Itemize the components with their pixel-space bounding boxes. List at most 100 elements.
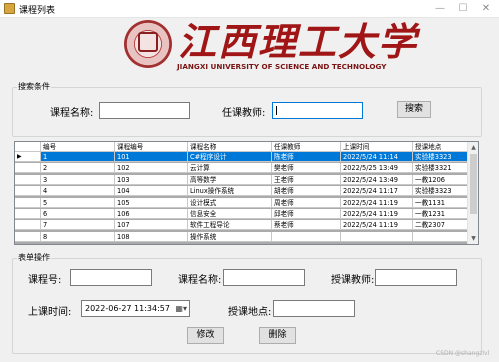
table-cell[interactable]: 2022/5/24 11:19 — [341, 220, 413, 231]
table-cell[interactable]: 8 — [41, 231, 115, 242]
course-name-input[interactable] — [223, 269, 305, 286]
table-cell[interactable]: 101 — [115, 152, 188, 162]
grid-column-header[interactable]: 课程编号 — [115, 142, 188, 152]
table-cell[interactable]: 2022/5/24 11:17 — [341, 186, 413, 197]
watermark-text: CSDN @shangzlvl — [436, 350, 490, 357]
table-cell[interactable] — [413, 231, 468, 242]
table-row[interactable]: 4 104 Linux操作系统 胡老师 2022/5/24 11:17 实验楼3323 — [15, 186, 468, 197]
table-cell[interactable]: 邱老师 — [272, 209, 341, 219]
table-cell[interactable] — [341, 231, 413, 242]
search-teacher-input[interactable] — [272, 102, 363, 119]
teacher-label: 授课教师: — [331, 275, 375, 286]
table-row[interactable]: 5 105 设计模式 周老师 2022/5/24 11:19 一教1131 — [15, 197, 468, 208]
table-cell[interactable]: 一教1206 — [413, 174, 468, 185]
table-cell[interactable]: 操作系统 — [188, 231, 272, 242]
place-input[interactable] — [273, 300, 355, 317]
grid-column-header[interactable]: 编号 — [41, 142, 115, 152]
class-time-value: 2022-06-27 11:34:57 — [85, 304, 170, 313]
table-cell[interactable]: 二教2307 — [413, 220, 468, 231]
table-cell[interactable]: 103 — [115, 174, 188, 185]
grid-column-header[interactable]: 授课地点 — [413, 142, 468, 152]
table-cell[interactable] — [272, 231, 341, 242]
table-cell[interactable]: 2022/5/24 13:49 — [341, 174, 413, 185]
table-cell[interactable]: 104 — [115, 186, 188, 197]
table-cell[interactable]: 高等数学 — [188, 174, 272, 185]
table-cell[interactable]: 2022/5/25 13:49 — [341, 163, 413, 174]
table-cell[interactable]: 胡老师 — [272, 186, 341, 197]
grid-vertical-scrollbar[interactable]: ▲ ▼ — [467, 142, 478, 244]
scroll-up-arrow-icon[interactable]: ▲ — [468, 142, 478, 153]
table-cell[interactable]: 信息安全 — [188, 209, 272, 219]
table-cell[interactable]: 2 — [41, 163, 115, 174]
table-cell[interactable]: 实验楼3321 — [413, 163, 468, 174]
search-course-name-input[interactable] — [99, 102, 190, 119]
minimize-button[interactable]: — — [429, 0, 451, 18]
edit-button[interactable]: 修改 — [187, 327, 224, 344]
close-button[interactable]: ✕ — [475, 0, 497, 18]
class-time-picker[interactable]: 2022-06-27 11:34:57 ▦▾ — [81, 300, 190, 317]
table-cell[interactable]: 2022/5/24 11:19 — [341, 197, 413, 208]
table-cell[interactable]: 6 — [41, 209, 115, 219]
table-cell[interactable]: 软件工程导论 — [188, 220, 272, 231]
table-cell[interactable]: 4 — [41, 186, 115, 197]
table-cell[interactable]: 106 — [115, 209, 188, 219]
course-no-input[interactable] — [70, 269, 152, 286]
window-title: 课程列表 — [19, 6, 56, 16]
table-cell[interactable]: 蔡老师 — [272, 220, 341, 231]
table-cell[interactable]: 102 — [115, 163, 188, 174]
table-row[interactable]: 6 106 信息安全 邱老师 2022/5/24 11:19 一教1231 — [15, 209, 468, 219]
university-seal-icon — [124, 20, 172, 68]
scroll-down-arrow-icon[interactable]: ▼ — [468, 233, 478, 244]
course-data-grid[interactable]: 编号 课程编号 课程名称 任课教师 上课时间 授课地点 ▶ 1 101 C#程序设计 陈老师 2022… — [14, 141, 479, 245]
table-cell[interactable]: 实验楼3323 — [413, 152, 468, 162]
table-row[interactable]: 2 102 云计算 樊老师 2022/5/25 13:49 实验楼3321 — [15, 163, 468, 174]
grid-column-header[interactable]: 任课教师 — [272, 142, 341, 152]
table-cell[interactable]: Linux操作系统 — [188, 186, 272, 197]
table-cell[interactable]: 设计模式 — [188, 197, 272, 208]
grid-column-header[interactable]: 课程名称 — [188, 142, 272, 152]
class-time-label: 上课时间: — [28, 307, 72, 318]
text-caret — [276, 106, 277, 115]
search-button[interactable]: 搜索 — [397, 101, 431, 118]
table-cell[interactable]: 107 — [115, 220, 188, 231]
table-row[interactable]: 3 103 高等数学 王老师 2022/5/24 13:49 一教1206 — [15, 174, 468, 185]
row-header[interactable] — [15, 220, 41, 231]
table-cell[interactable]: 实验楼3323 — [413, 186, 468, 197]
table-cell[interactable]: 陈老师 — [272, 152, 341, 162]
table-cell[interactable]: C#程序设计 — [188, 152, 272, 162]
table-cell[interactable]: 108 — [115, 231, 188, 242]
row-header[interactable] — [15, 174, 41, 185]
row-header[interactable] — [15, 163, 41, 174]
scroll-thumb[interactable] — [470, 154, 477, 214]
row-header[interactable] — [15, 231, 41, 242]
table-row[interactable]: 8 108 操作系统 — [15, 231, 468, 242]
row-header[interactable] — [15, 197, 41, 208]
row-header[interactable]: ▶ — [15, 152, 41, 162]
table-cell[interactable]: 云计算 — [188, 163, 272, 174]
teacher-input[interactable] — [375, 269, 457, 286]
row-header[interactable] — [15, 186, 41, 197]
table-cell[interactable]: 一教1131 — [413, 197, 468, 208]
grid-body: 编号 课程编号 课程名称 任课教师 上课时间 授课地点 ▶ 1 101 C#程序设计 陈老师 2022… — [15, 142, 468, 244]
search-teacher-label: 任课教师: — [222, 108, 266, 119]
row-header[interactable] — [15, 209, 41, 219]
table-cell[interactable]: 7 — [41, 220, 115, 231]
table-cell[interactable]: 1 — [41, 152, 115, 162]
table-cell[interactable]: 王老师 — [272, 174, 341, 185]
grid-corner-header[interactable] — [15, 142, 41, 152]
table-row[interactable]: 7 107 软件工程导论 蔡老师 2022/5/24 11:19 二教2307 — [15, 220, 468, 231]
table-cell[interactable]: 105 — [115, 197, 188, 208]
table-cell[interactable]: 5 — [41, 197, 115, 208]
table-cell[interactable]: 3 — [41, 174, 115, 185]
delete-button[interactable]: 删除 — [259, 327, 296, 344]
table-row[interactable]: ▶ 1 101 C#程序设计 陈老师 2022/5/24 11:14 实验楼3323 — [15, 152, 468, 162]
calendar-dropdown-icon[interactable]: ▦▾ — [175, 304, 187, 313]
maximize-button[interactable]: ☐ — [452, 0, 474, 18]
table-cell[interactable]: 2022/5/24 11:19 — [341, 209, 413, 219]
grid-column-header[interactable]: 上课时间 — [341, 142, 413, 152]
table-cell[interactable]: 周老师 — [272, 197, 341, 208]
table-cell[interactable]: 樊老师 — [272, 163, 341, 174]
course-name-label: 课程名称: — [178, 275, 222, 286]
table-cell[interactable]: 2022/5/24 11:14 — [341, 152, 413, 162]
table-cell[interactable]: 一教1231 — [413, 209, 468, 219]
